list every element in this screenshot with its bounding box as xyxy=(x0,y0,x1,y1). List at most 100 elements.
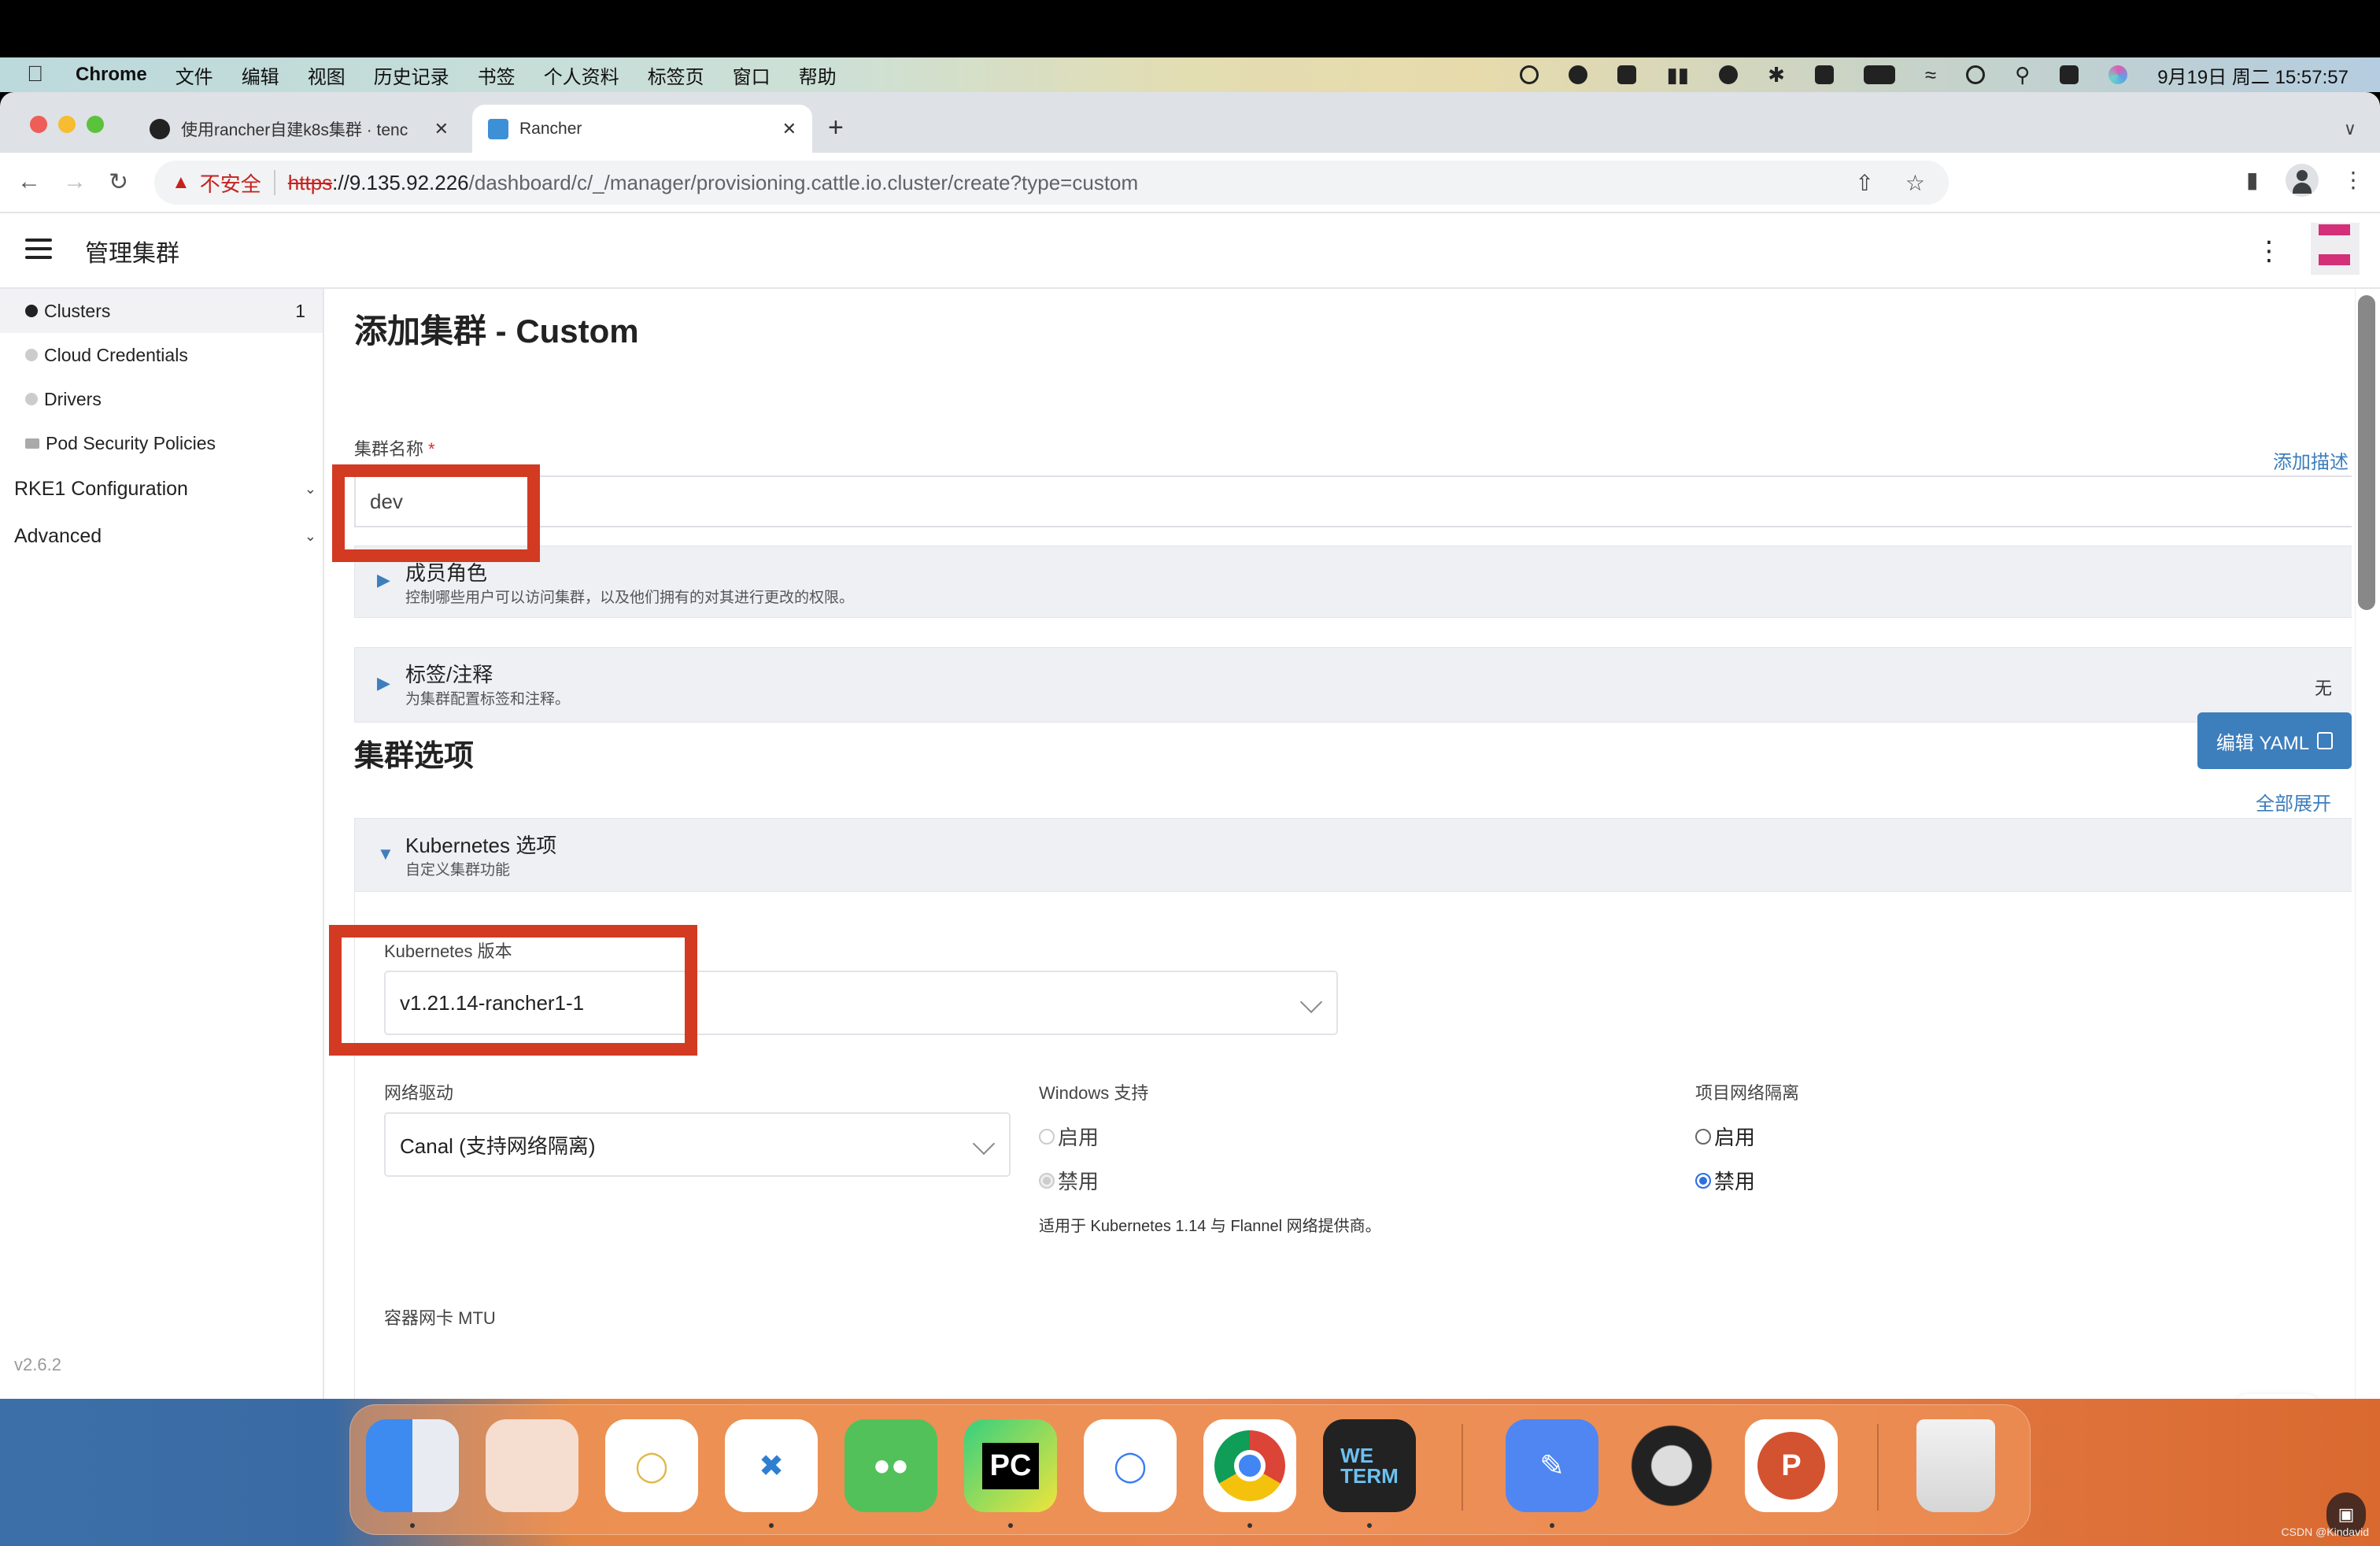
dock-powerpoint-icon[interactable]: P xyxy=(1745,1419,1838,1512)
running-indicator xyxy=(769,1523,774,1528)
dock-lark-icon[interactable]: ◯ xyxy=(1084,1419,1177,1512)
menu-file[interactable]: 文件 xyxy=(176,61,213,89)
dock-navicat-icon[interactable]: ◯ xyxy=(605,1419,698,1512)
menu-app-name[interactable]: Chrome xyxy=(76,64,147,86)
spotlight-search-icon[interactable]: ⚲ xyxy=(2015,65,2030,85)
browser-tab-rancher[interactable]: Rancher ✕ xyxy=(472,105,812,153)
dock-trash-icon[interactable] xyxy=(1916,1419,1995,1512)
cluster-badge-icon[interactable] xyxy=(2311,223,2360,275)
radio-label: 启用 xyxy=(1058,1126,1099,1149)
project-network-isolation-label: 项目网络隔离 xyxy=(1695,1083,1800,1103)
radio-button[interactable] xyxy=(1695,1128,1711,1145)
rancher-icon xyxy=(488,118,508,139)
warning-triangle-icon[interactable]: ▲ xyxy=(172,172,190,194)
tab-title: Rancher xyxy=(519,119,582,138)
menu-view[interactable]: 视图 xyxy=(308,61,346,89)
apple-menu-icon[interactable]:  xyxy=(27,63,47,87)
docker-icon[interactable] xyxy=(1569,65,1588,84)
bookmark-app-icon[interactable]: ▮▮ xyxy=(1666,65,1689,85)
sidebar-group-rke1-configuration[interactable]: RKE1 Configuration ⌄ xyxy=(14,478,321,501)
menu-help[interactable]: 帮助 xyxy=(799,61,837,89)
version-label[interactable]: v2.6.2 xyxy=(14,1355,61,1375)
notes-app-icon[interactable] xyxy=(1617,65,1637,84)
sidebar-group-label: Advanced xyxy=(14,525,102,547)
window-zoom-button[interactable] xyxy=(87,116,104,133)
windows-support-enable-radio[interactable]: 启用 xyxy=(1039,1122,1099,1151)
menu-bookmarks[interactable]: 书签 xyxy=(478,61,516,89)
new-tab-button[interactable]: + xyxy=(828,114,844,141)
cluster-name-label-text: 集群名称 xyxy=(354,439,424,459)
reload-icon[interactable]: ↻ xyxy=(109,168,128,196)
expand-triangle-icon: ▶ xyxy=(377,570,390,590)
radio-button[interactable] xyxy=(1039,1128,1055,1145)
expand-all-link[interactable]: 全部展开 xyxy=(2256,788,2331,816)
sidebar-item-pod-security-policies[interactable]: Pod Security Policies xyxy=(0,421,323,465)
edit-yaml-button[interactable]: 编辑 YAML xyxy=(2197,712,2352,769)
dock-pycharm-icon[interactable]: PC xyxy=(964,1419,1057,1512)
section-title-cluster-options: 集群选项 xyxy=(354,740,475,773)
network-driver-select[interactable]: Canal (支持网络隔离) xyxy=(384,1112,1011,1177)
address-bar[interactable]: ▲ 不安全 https://9.135.92.226/dashboard/c/_… xyxy=(154,161,1949,205)
input-method-icon[interactable] xyxy=(1814,65,1834,84)
menu-profiles[interactable]: 个人资料 xyxy=(544,61,619,89)
more-options-icon[interactable]: ⋮ xyxy=(2256,235,2282,267)
menu-window[interactable]: 窗口 xyxy=(733,61,771,89)
url-scheme: https xyxy=(287,170,333,194)
hamburger-menu-icon[interactable] xyxy=(25,239,52,259)
bluetooth-icon[interactable]: ✱ xyxy=(1768,65,1785,85)
github-icon xyxy=(150,118,170,139)
menu-clock[interactable]: 9月19日 周二 15:57:57 xyxy=(2157,61,2349,89)
dock-weterm-icon[interactable]: WE TERM xyxy=(1323,1419,1416,1512)
chevron-down-icon xyxy=(972,1132,996,1156)
siri-icon[interactable] xyxy=(2108,65,2128,84)
sidebar-group-advanced[interactable]: Advanced ⌄ xyxy=(14,525,321,548)
project-isolation-disable-radio[interactable]: 禁用 xyxy=(1695,1166,1755,1195)
add-description-link[interactable]: 添加描述 xyxy=(2273,446,2349,474)
sidebar: Clusters 1 Cloud Credentials Drivers Pod… xyxy=(0,289,324,1399)
menu-tabs[interactable]: 标签页 xyxy=(648,61,704,89)
side-panel-icon[interactable]: ▮ xyxy=(2246,167,2258,193)
window-close-button[interactable] xyxy=(30,116,47,133)
dock-wechat-icon[interactable]: ●● xyxy=(844,1419,937,1512)
macos-dock: ◯ ✖ ●● PC ◯ WE TERM ✎ P xyxy=(349,1404,2031,1535)
user-switch-icon[interactable] xyxy=(1966,65,1986,84)
control-center-icon[interactable] xyxy=(2060,65,2079,84)
share-icon[interactable]: ⇧ xyxy=(1855,170,1873,196)
record-status-icon[interactable] xyxy=(1520,65,1539,84)
security-label[interactable]: 不安全 xyxy=(200,168,261,198)
back-arrow-icon[interactable]: ← xyxy=(17,168,41,195)
chrome-menu-icon[interactable]: ⋮ xyxy=(2342,167,2364,193)
tab-close-icon[interactable]: ✕ xyxy=(434,119,449,139)
window-minimize-button[interactable] xyxy=(58,116,76,133)
project-isolation-enable-radio[interactable]: 启用 xyxy=(1695,1122,1755,1151)
wifi-icon[interactable]: ≈ xyxy=(1925,65,1936,85)
battery-icon[interactable] xyxy=(1863,65,1895,84)
accordion-member-roles[interactable]: ▶ 成员角色 控制哪些用户可以访问集群，以及他们拥有的对其进行更改的权限。 xyxy=(354,546,2352,618)
tab-close-icon[interactable]: ✕ xyxy=(782,119,796,139)
browser-tab-github[interactable]: 使用rancher自建k8s集群 · tenc ✕ xyxy=(134,105,464,153)
running-indicator xyxy=(1367,1523,1372,1528)
tab-search-chevron-icon[interactable]: ∨ xyxy=(2344,119,2356,139)
scrollbar-thumb[interactable] xyxy=(2358,295,2375,610)
dock-chrome-icon[interactable] xyxy=(1203,1419,1296,1512)
forward-arrow-icon[interactable]: → xyxy=(63,168,87,195)
sidebar-item-cloud-credentials[interactable]: Cloud Credentials xyxy=(0,333,323,377)
sidebar-item-clusters[interactable]: Clusters 1 xyxy=(0,289,323,333)
menu-history[interactable]: 历史记录 xyxy=(374,61,449,89)
dock-sync-icon[interactable] xyxy=(1625,1419,1718,1512)
sidebar-item-drivers[interactable]: Drivers xyxy=(0,377,323,421)
windows-support-disable-radio[interactable]: 禁用 xyxy=(1039,1166,1099,1195)
dock-write-icon[interactable]: ✎ xyxy=(1506,1419,1598,1512)
dock-finder-icon[interactable] xyxy=(366,1419,459,1512)
dock-vscode-icon[interactable]: ✖ xyxy=(725,1419,818,1512)
menu-edit[interactable]: 编辑 xyxy=(242,61,279,89)
vpn-shield-icon[interactable] xyxy=(1719,65,1739,84)
radio-button[interactable] xyxy=(1039,1172,1055,1189)
accordion-labels-annotations[interactable]: ▶ 标签/注释 为集群配置标签和注释。 无 xyxy=(354,647,2352,723)
cluster-name-input[interactable]: dev xyxy=(354,475,2352,527)
radio-button[interactable] xyxy=(1695,1172,1711,1189)
dock-launchpad-icon[interactable] xyxy=(486,1419,578,1512)
screen:  Chrome 文件 编辑 视图 历史记录 书签 个人资料 标签页 窗口 帮助… xyxy=(0,0,2380,1546)
bookmark-star-icon[interactable]: ☆ xyxy=(1905,170,1925,196)
profile-avatar-icon[interactable] xyxy=(2286,164,2319,197)
